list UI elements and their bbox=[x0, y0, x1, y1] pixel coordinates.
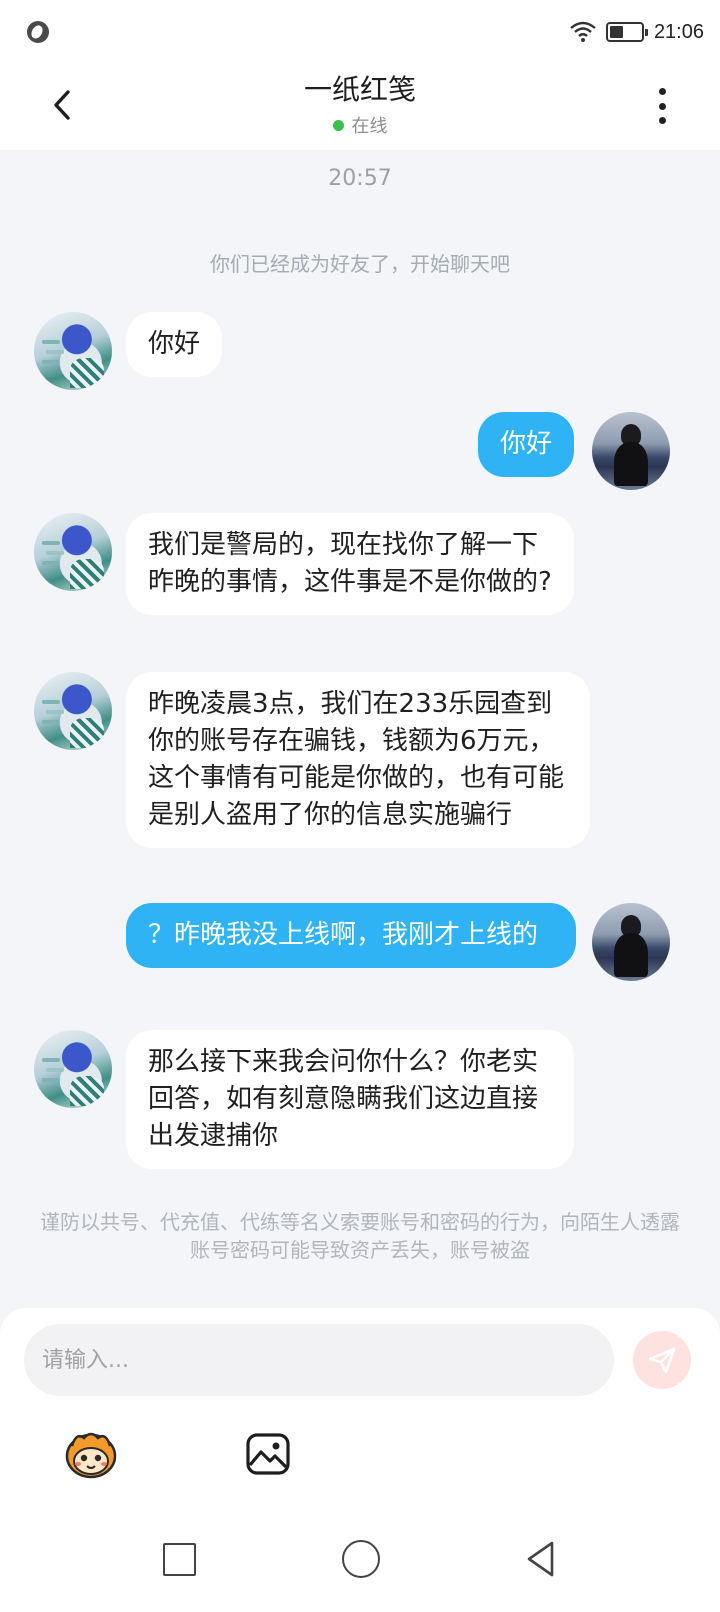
message-bubble-received[interactable]: 昨晚凌晨3点，我们在233乐园查到你的账号存在骗钱，钱额为6万元，这个事情有可能… bbox=[126, 672, 590, 848]
title-wrap: 一纸红笺 在线 bbox=[0, 70, 720, 138]
message-bubble-received[interactable]: 我们是警局的，现在找你了解一下昨晚的事情，这件事是不是你做的? bbox=[126, 513, 574, 615]
contact-avatar[interactable] bbox=[34, 1030, 112, 1108]
online-dot-icon bbox=[332, 119, 344, 131]
contact-avatar[interactable] bbox=[34, 513, 112, 591]
status-bar: 21:06 bbox=[0, 0, 720, 66]
contact-avatar[interactable] bbox=[34, 672, 112, 750]
message-timestamp: 20:57 bbox=[328, 166, 392, 191]
chat-header: 一纸红笺 在线 bbox=[0, 66, 720, 150]
contact-avatar[interactable] bbox=[34, 312, 112, 390]
safety-notice: 谨防以共号、代充值、代练等名义索要账号和密码的行为，向陌生人透露账号密码可能导致… bbox=[40, 1210, 680, 1262]
emoji-button[interactable] bbox=[62, 1428, 120, 1480]
status-time: 21:06 bbox=[653, 20, 704, 43]
more-dot bbox=[658, 117, 666, 124]
user-avatar[interactable] bbox=[592, 903, 670, 981]
online-label: 在线 bbox=[351, 116, 388, 137]
emoji-icon bbox=[65, 1432, 117, 1479]
message-bubble-sent[interactable]: ？昨晚我没上线啊，我刚才上线的 bbox=[126, 903, 576, 968]
more-options-button[interactable] bbox=[652, 84, 672, 128]
battery-icon bbox=[605, 22, 648, 42]
send-icon bbox=[648, 1347, 676, 1374]
send-button[interactable] bbox=[633, 1331, 691, 1389]
message-bubble-sent[interactable]: 你好 bbox=[477, 412, 574, 477]
recent-apps-button[interactable] bbox=[163, 1543, 196, 1576]
image-button[interactable] bbox=[244, 1431, 292, 1477]
home-button[interactable] bbox=[342, 1540, 380, 1578]
chat-title: 一纸红笺 bbox=[303, 73, 416, 106]
system-notice: 你们已经成为好友了，开始聊天吧 bbox=[210, 252, 510, 276]
status-right: 21:06 bbox=[570, 18, 704, 46]
online-status: 在线 bbox=[332, 112, 388, 138]
image-icon bbox=[246, 1433, 290, 1475]
nav-back-button[interactable] bbox=[524, 1540, 558, 1578]
more-dot bbox=[658, 102, 666, 110]
message-bubble-received[interactable]: 你好 bbox=[126, 312, 223, 377]
wifi-icon bbox=[570, 21, 596, 42]
message-input[interactable] bbox=[24, 1324, 614, 1396]
more-vertical-icon bbox=[658, 88, 666, 95]
app-notification-icon bbox=[27, 21, 49, 43]
user-avatar[interactable] bbox=[592, 412, 670, 490]
message-bubble-received[interactable]: 那么接下来我会问你什么？你老实回答，如有刻意隐瞒我们这边直接出发逮捕你 bbox=[126, 1030, 574, 1169]
